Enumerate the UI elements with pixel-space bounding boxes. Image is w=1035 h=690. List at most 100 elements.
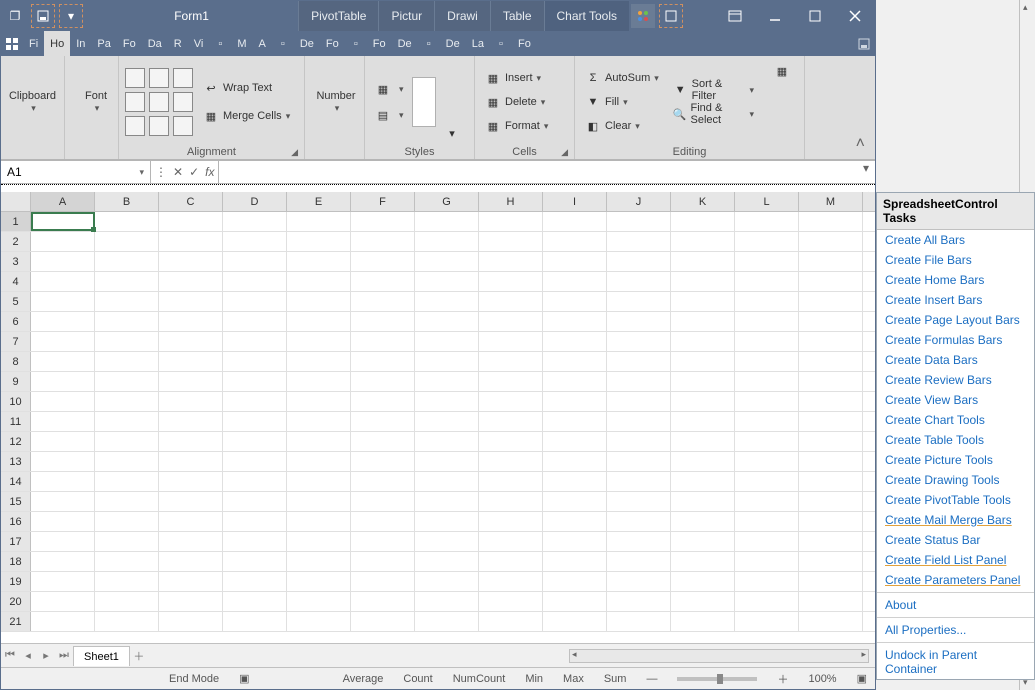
cell[interactable] [607, 552, 671, 571]
cell[interactable] [415, 212, 479, 231]
sheet-nav-first-icon[interactable]: ⏮ [1, 649, 19, 662]
cell[interactable] [799, 492, 863, 511]
minimize-button[interactable] [755, 1, 795, 31]
sheet-nav-next-icon[interactable]: ▸ [37, 649, 55, 662]
cell[interactable] [351, 512, 415, 531]
styles-more-icon[interactable]: ▾ [440, 122, 468, 144]
qat-restore-icon[interactable]: ❐ [3, 4, 27, 28]
cell[interactable] [735, 212, 799, 231]
cell[interactable] [351, 572, 415, 591]
column-header[interactable]: J [607, 192, 671, 211]
task-link[interactable]: Create Field List Panel [877, 550, 1034, 570]
cell[interactable] [159, 272, 223, 291]
cell[interactable] [351, 332, 415, 351]
cell[interactable] [607, 312, 671, 331]
cell[interactable] [223, 572, 287, 591]
cell[interactable] [287, 472, 351, 491]
cell[interactable] [543, 292, 607, 311]
column-header[interactable]: M [799, 192, 863, 211]
row-header[interactable]: 12 [1, 432, 31, 451]
task-link[interactable]: Create All Bars [877, 230, 1034, 250]
task-link[interactable]: Create View Bars [877, 390, 1034, 410]
cell[interactable] [415, 292, 479, 311]
row-header[interactable]: 13 [1, 452, 31, 471]
ribbon-tab[interactable]: R [168, 31, 188, 56]
cell[interactable] [479, 292, 543, 311]
cell[interactable] [543, 432, 607, 451]
cell[interactable] [159, 212, 223, 231]
cell[interactable] [479, 412, 543, 431]
row-header[interactable]: 20 [1, 592, 31, 611]
cell[interactable] [223, 392, 287, 411]
cell[interactable] [415, 252, 479, 271]
find-select-button[interactable]: 🔍Find & Select [669, 103, 758, 125]
cell[interactable] [607, 392, 671, 411]
cell[interactable] [543, 592, 607, 611]
row-header[interactable]: 9 [1, 372, 31, 391]
cell[interactable] [543, 572, 607, 591]
cell[interactable] [287, 212, 351, 231]
cell[interactable] [735, 412, 799, 431]
cell[interactable] [671, 552, 735, 571]
clipboard-button[interactable]: Clipboard [7, 67, 58, 137]
task-link[interactable]: Create Status Bar [877, 530, 1034, 550]
cell[interactable] [31, 332, 95, 351]
cell[interactable] [799, 252, 863, 271]
cell[interactable] [159, 252, 223, 271]
row-header[interactable]: 16 [1, 512, 31, 531]
cell[interactable] [607, 492, 671, 511]
cell[interactable] [31, 492, 95, 511]
column-header[interactable]: H [479, 192, 543, 211]
delete-cells-button[interactable]: ▦Delete [481, 91, 552, 113]
cell[interactable] [159, 312, 223, 331]
cell[interactable] [287, 492, 351, 511]
task-link[interactable]: Create Picture Tools [877, 450, 1034, 470]
column-header[interactable]: C [159, 192, 223, 211]
cell[interactable] [607, 232, 671, 251]
cell[interactable] [607, 272, 671, 291]
ribbon-tab[interactable]: La [466, 31, 490, 56]
cell[interactable] [31, 412, 95, 431]
cell[interactable] [671, 372, 735, 391]
cell[interactable] [799, 392, 863, 411]
row-header[interactable]: 6 [1, 312, 31, 331]
cell[interactable] [543, 472, 607, 491]
cell[interactable] [287, 412, 351, 431]
column-header[interactable]: I [543, 192, 607, 211]
cell[interactable] [799, 372, 863, 391]
cell[interactable] [159, 552, 223, 571]
cell[interactable] [159, 472, 223, 491]
cell[interactable] [31, 292, 95, 311]
cell[interactable] [351, 412, 415, 431]
row-header[interactable]: 11 [1, 412, 31, 431]
row-header[interactable]: 17 [1, 532, 31, 551]
context-tab[interactable]: Pictur [378, 1, 434, 31]
ribbon-tab[interactable]: Da [142, 31, 168, 56]
cell[interactable] [287, 372, 351, 391]
ribbon-tab[interactable]: Vi [188, 31, 210, 56]
row-header[interactable]: 2 [1, 232, 31, 251]
fx-icon[interactable]: fx [205, 165, 214, 179]
cell[interactable] [351, 472, 415, 491]
cell[interactable] [95, 552, 159, 571]
cell[interactable] [415, 332, 479, 351]
cell[interactable] [95, 532, 159, 551]
cell[interactable] [223, 232, 287, 251]
cell[interactable] [735, 352, 799, 371]
cell[interactable] [479, 492, 543, 511]
cell[interactable] [351, 232, 415, 251]
row-header[interactable]: 7 [1, 332, 31, 351]
cell[interactable] [543, 312, 607, 331]
cell[interactable] [735, 552, 799, 571]
confirm-edit-icon[interactable]: ✓ [189, 165, 199, 179]
app-menu-icon[interactable] [1, 31, 23, 56]
cell[interactable] [415, 372, 479, 391]
cell[interactable] [287, 532, 351, 551]
tab-file[interactable]: Fi [23, 31, 44, 56]
cell[interactable] [479, 532, 543, 551]
cell[interactable] [479, 312, 543, 331]
collapse-ribbon-icon[interactable]: ˄ [856, 135, 865, 153]
cell[interactable] [31, 432, 95, 451]
cell[interactable] [607, 432, 671, 451]
cell[interactable] [479, 512, 543, 531]
